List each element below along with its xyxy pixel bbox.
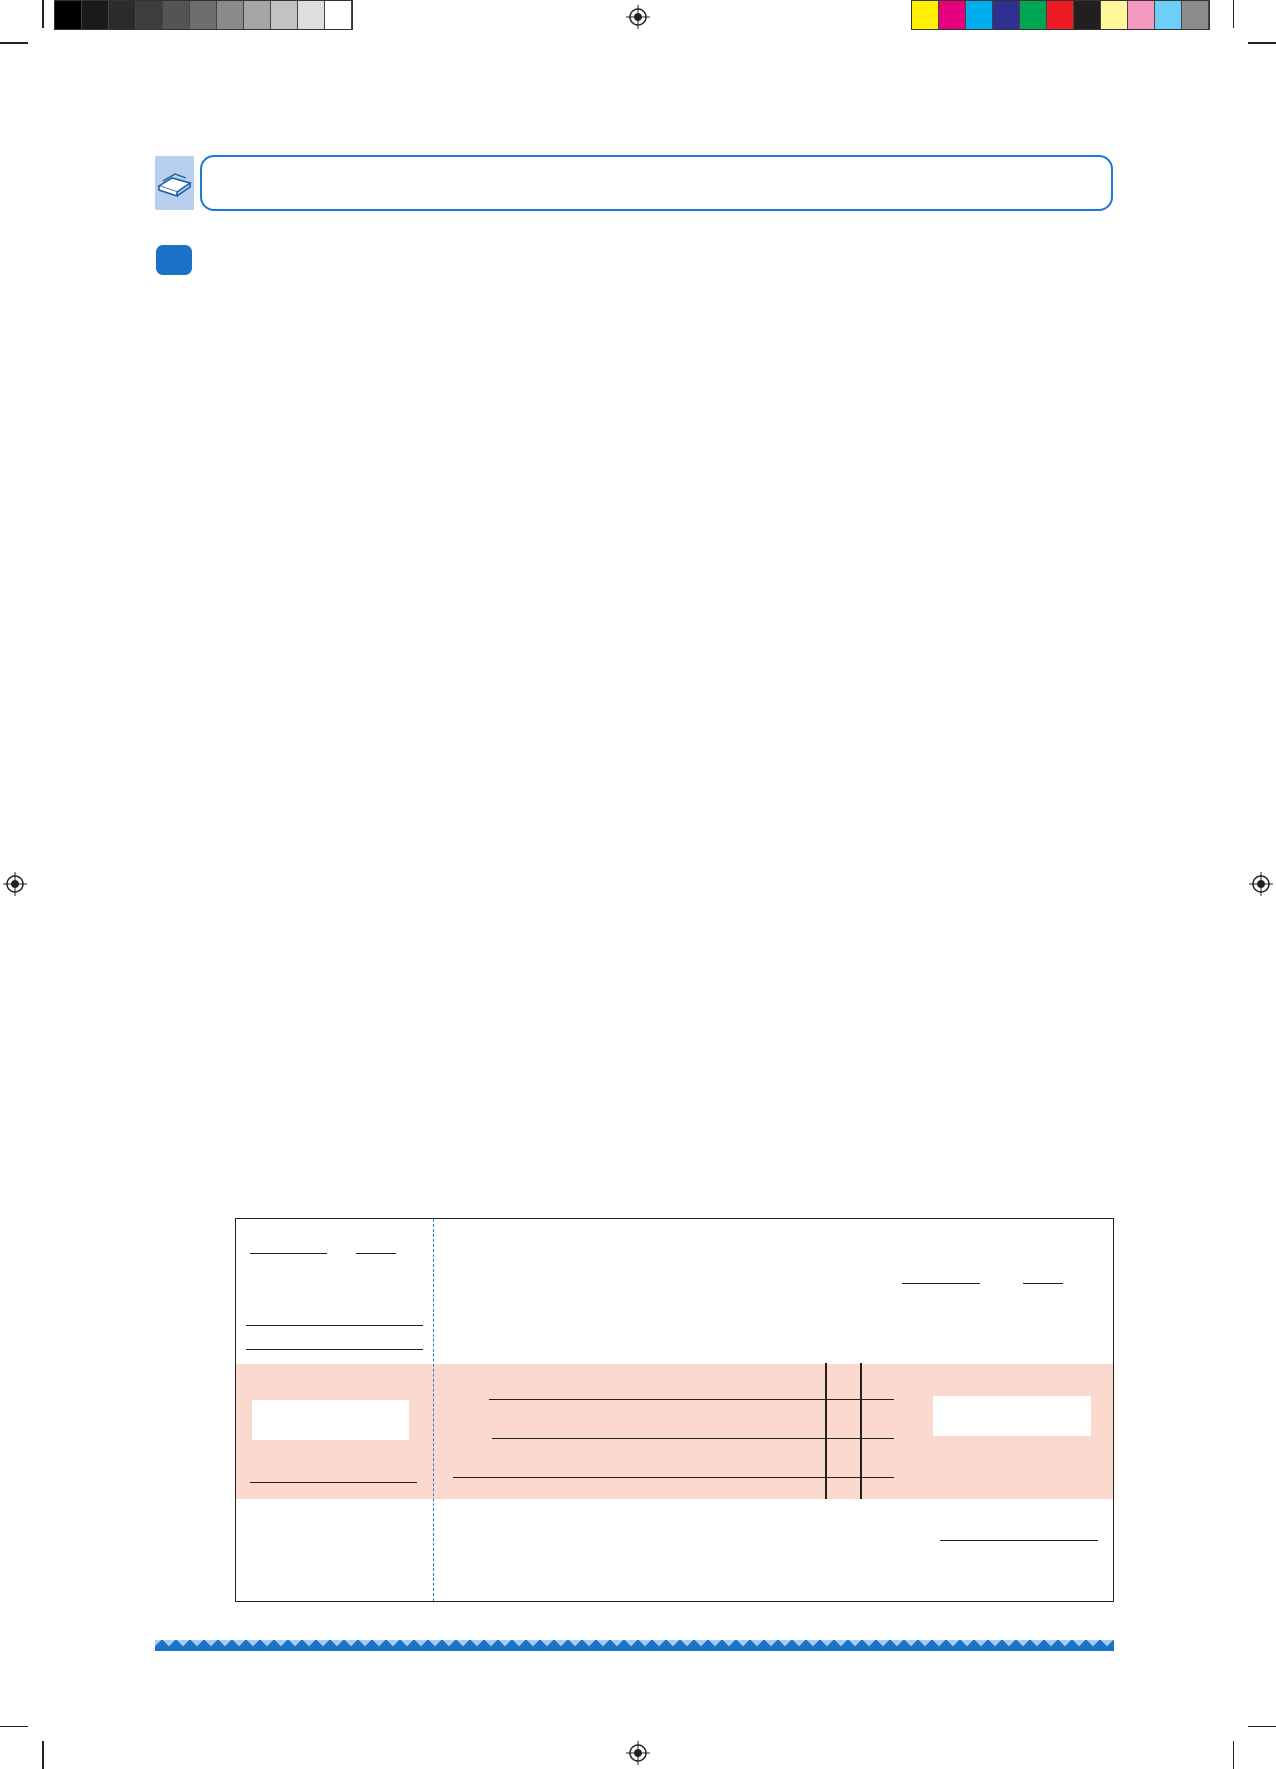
book-icon-box (155, 156, 194, 210)
color-swatch (993, 1, 1020, 29)
color-swatch (912, 1, 939, 29)
blank-line[interactable] (1023, 1283, 1063, 1284)
column-rule (860, 1363, 862, 1499)
color-swatch (82, 1, 109, 29)
registration-mark-icon (1249, 872, 1273, 896)
color-swatch (1101, 1, 1128, 29)
blank-line[interactable] (489, 1399, 894, 1400)
color-swatch (217, 1, 244, 29)
registration-mark-icon (3, 872, 27, 896)
blank-line[interactable] (356, 1253, 396, 1254)
blank-line[interactable] (246, 1349, 423, 1350)
blank-line[interactable] (250, 1253, 327, 1254)
crop-mark (42, 1741, 44, 1769)
crop-mark (1248, 42, 1276, 44)
blank-line[interactable] (902, 1283, 980, 1284)
color-swatch (244, 1, 271, 29)
footer-decoration-band (155, 1640, 1114, 1651)
color-swatch (55, 1, 82, 29)
crop-mark (1232, 1741, 1234, 1769)
blank-line[interactable] (246, 1325, 423, 1326)
color-swatch (298, 1, 325, 29)
answer-box[interactable] (252, 1400, 409, 1440)
blank-line[interactable] (453, 1477, 894, 1478)
blank-line[interactable] (250, 1482, 417, 1483)
section-title-bar (200, 155, 1113, 211)
answer-box[interactable] (933, 1396, 1091, 1436)
crop-mark (0, 42, 28, 44)
color-swatch (966, 1, 993, 29)
color-swatch (1047, 1, 1074, 29)
registration-mark-icon (626, 1741, 650, 1765)
color-swatch (939, 1, 966, 29)
crop-mark (0, 1725, 28, 1727)
color-swatch (190, 1, 217, 29)
registration-mark-icon (626, 5, 650, 29)
crop-mark (1232, 0, 1234, 28)
blank-line[interactable] (492, 1438, 894, 1439)
color-swatch (1182, 1, 1209, 29)
blank-line[interactable] (940, 1540, 1098, 1541)
color-swatch (163, 1, 190, 29)
color-swatch (1155, 1, 1182, 29)
crop-mark (42, 0, 44, 28)
color-swatch (136, 1, 163, 29)
open-book-icon (157, 173, 192, 198)
section-bullet-icon (156, 245, 192, 275)
color-swatch (1074, 1, 1101, 29)
crop-mark (1248, 1725, 1276, 1727)
color-swatch (325, 1, 352, 29)
color-swatch (1128, 1, 1155, 29)
cmyk-color-bar (911, 0, 1210, 30)
worksheet-form (235, 1218, 1114, 1602)
color-swatch (271, 1, 298, 29)
color-swatch (109, 1, 136, 29)
column-rule (825, 1363, 827, 1499)
dashed-divider (433, 1219, 434, 1601)
grayscale-color-bar (54, 0, 353, 30)
color-swatch (1020, 1, 1047, 29)
